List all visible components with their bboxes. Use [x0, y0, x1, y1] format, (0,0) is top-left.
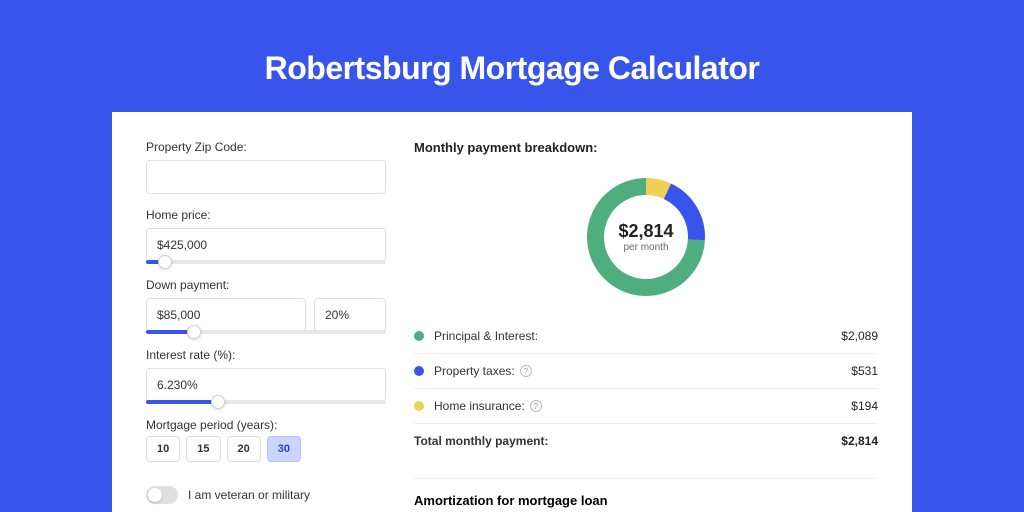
slider-thumb-icon[interactable] [187, 325, 201, 339]
breakdown-label: Principal & Interest: [434, 329, 841, 343]
breakdown-title: Monthly payment breakdown: [414, 140, 878, 155]
slider-thumb-icon[interactable] [158, 255, 172, 269]
period-option-15[interactable]: 15 [186, 436, 220, 462]
down-payment-pct-input[interactable] [314, 298, 386, 332]
breakdown-label: Property taxes: ? [434, 364, 851, 378]
inputs-panel: Property Zip Code: Home price: Down paym… [146, 140, 386, 512]
breakdown-total-label: Total monthly payment: [414, 434, 841, 448]
calculator-card: Property Zip Code: Home price: Down paym… [112, 112, 912, 512]
home-price-input[interactable] [146, 228, 386, 262]
legend-dot-icon [414, 366, 424, 376]
breakdown-row-total: Total monthly payment: $2,814 [414, 424, 878, 458]
period-label: Mortgage period (years): [146, 418, 386, 432]
legend-dot-icon [414, 331, 424, 341]
veteran-row: I am veteran or military [146, 486, 386, 504]
down-payment-input[interactable] [146, 298, 306, 332]
zip-label: Property Zip Code: [146, 140, 386, 154]
help-icon[interactable]: ? [530, 400, 542, 412]
interest-rate-label: Interest rate (%): [146, 348, 386, 362]
veteran-label: I am veteran or military [188, 488, 310, 502]
donut-chart: $2,814 per month [414, 173, 878, 301]
interest-rate-slider[interactable] [146, 400, 386, 404]
help-icon[interactable]: ? [520, 365, 532, 377]
home-price-label: Home price: [146, 208, 386, 222]
breakdown-label-text: Property taxes: [434, 364, 515, 378]
amortization-section: Amortization for mortgage loan Amortizat… [414, 478, 878, 512]
zip-group: Property Zip Code: [146, 140, 386, 194]
veteran-toggle[interactable] [146, 486, 178, 504]
interest-rate-input[interactable] [146, 368, 386, 402]
breakdown-row-insurance: Home insurance: ? $194 [414, 389, 878, 424]
donut-amount: $2,814 [618, 221, 673, 242]
period-group: Mortgage period (years): 10 15 20 30 [146, 418, 386, 462]
breakdown-row-taxes: Property taxes: ? $531 [414, 354, 878, 389]
period-option-30[interactable]: 30 [267, 436, 301, 462]
slider-thumb-icon[interactable] [211, 395, 225, 409]
period-option-10[interactable]: 10 [146, 436, 180, 462]
breakdown-value: $2,089 [841, 329, 878, 343]
donut-center: $2,814 per month [604, 195, 688, 279]
breakdown-value: $531 [851, 364, 878, 378]
breakdown-total-value: $2,814 [841, 434, 878, 448]
period-option-20[interactable]: 20 [227, 436, 261, 462]
home-price-slider[interactable] [146, 260, 386, 264]
legend-dot-icon [414, 401, 424, 411]
results-panel: Monthly payment breakdown: $2,814 per mo… [414, 140, 878, 512]
down-payment-slider[interactable] [146, 330, 386, 334]
page-title: Robertsburg Mortgage Calculator [265, 50, 760, 87]
interest-rate-group: Interest rate (%): [146, 348, 386, 404]
home-price-group: Home price: [146, 208, 386, 264]
down-payment-label: Down payment: [146, 278, 386, 292]
breakdown-row-principal: Principal & Interest: $2,089 [414, 319, 878, 354]
down-payment-group: Down payment: [146, 278, 386, 334]
zip-input[interactable] [146, 160, 386, 194]
period-options: 10 15 20 30 [146, 436, 386, 462]
breakdown-value: $194 [851, 399, 878, 413]
donut-sub: per month [623, 242, 668, 253]
breakdown-label-text: Home insurance: [434, 399, 525, 413]
breakdown-label: Home insurance: ? [434, 399, 851, 413]
amortization-title: Amortization for mortgage loan [414, 493, 878, 508]
